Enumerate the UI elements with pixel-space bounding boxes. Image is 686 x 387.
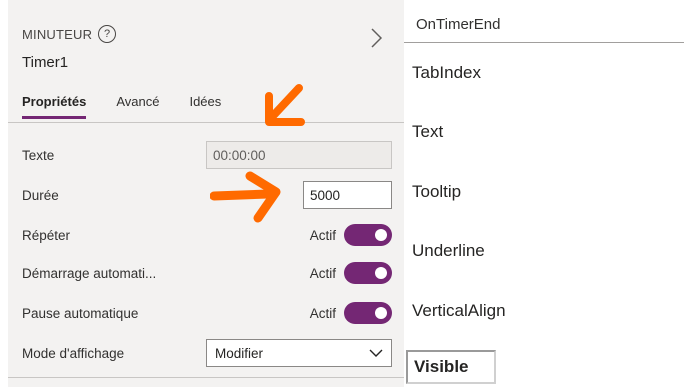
- autopause-toggle[interactable]: [344, 302, 392, 324]
- control-type-label: MINUTEUR: [22, 26, 93, 42]
- property-ontimerend[interactable]: OnTimerEnd: [416, 16, 500, 33]
- property-row-autopause: Pause automatique Actif: [8, 293, 404, 333]
- autostart-toggle[interactable]: [344, 262, 392, 284]
- toggle-knob: [375, 229, 387, 241]
- autopause-label: Pause automatique: [22, 305, 139, 321]
- property-row-text: Texte 00:00:00: [8, 135, 404, 175]
- tab-divider: [8, 122, 404, 123]
- properties-pane: MINUTEUR ? Timer1 Propriétés Avancé Idée…: [8, 0, 404, 387]
- tab-properties[interactable]: Propriétés: [22, 94, 87, 122]
- repeat-label: Répéter: [22, 227, 71, 243]
- property-row-repeat: Répéter Actif: [8, 215, 404, 255]
- property-verticalalign[interactable]: VerticalAlign: [412, 301, 506, 321]
- pane-header: MINUTEUR ? Timer1 Propriétés Avancé Idée…: [8, 0, 404, 122]
- autostart-toggle-group: Actif: [310, 262, 392, 284]
- property-list-divider: [404, 42, 684, 43]
- repeat-toggle-group: Actif: [310, 224, 392, 246]
- property-row-duration: Durée 5000: [8, 175, 404, 215]
- chevron-right-icon[interactable]: [366, 27, 386, 49]
- repeat-toggle[interactable]: [344, 224, 392, 246]
- toggle-knob: [375, 307, 387, 319]
- duration-label: Durée: [22, 187, 59, 203]
- repeat-toggle-label: Actif: [309, 227, 336, 243]
- display-mode-select[interactable]: Modifier: [206, 339, 392, 367]
- property-row-display-mode: Mode d'affichage Modifier: [8, 333, 404, 373]
- autopause-toggle-label: Actif: [309, 305, 336, 321]
- tab-advanced[interactable]: Avancé: [116, 94, 159, 122]
- control-type: MINUTEUR ?: [22, 25, 117, 43]
- text-field: 00:00:00: [206, 141, 392, 169]
- property-row-autostart: Démarrage automati... Actif: [8, 253, 404, 293]
- autostart-label: Démarrage automati...: [22, 265, 157, 281]
- toggle-knob: [375, 267, 387, 279]
- chevron-down-icon: [369, 349, 383, 357]
- property-list: OnTimerEnd TabIndex Text Tooltip Underli…: [404, 0, 686, 387]
- display-mode-label: Mode d'affichage: [22, 345, 125, 361]
- display-mode-value: Modifier: [215, 345, 264, 361]
- autostart-toggle-label: Actif: [309, 265, 336, 281]
- tab-ideas[interactable]: Idées: [189, 94, 221, 122]
- property-underline[interactable]: Underline: [412, 241, 485, 261]
- pane-bottom-divider: [8, 377, 404, 378]
- property-text[interactable]: Text: [412, 122, 443, 142]
- control-name: Timer1: [22, 54, 69, 71]
- text-label: Texte: [22, 147, 55, 163]
- autopause-toggle-group: Actif: [310, 302, 392, 324]
- property-tabindex[interactable]: TabIndex: [412, 63, 481, 83]
- property-tooltip[interactable]: Tooltip: [412, 182, 461, 202]
- help-icon[interactable]: ?: [98, 25, 117, 43]
- duration-field[interactable]: 5000: [303, 181, 392, 209]
- tab-bar: Propriétés Avancé Idées: [22, 94, 251, 122]
- property-visible[interactable]: Visible: [406, 350, 496, 384]
